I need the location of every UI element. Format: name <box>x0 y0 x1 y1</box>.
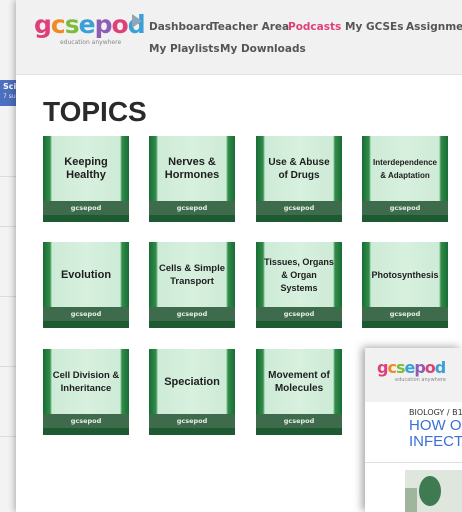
topic-tile-brand: gcsepod <box>149 201 235 222</box>
nav-podcasts[interactable]: Podcasts <box>288 21 341 33</box>
topic-tile[interactable]: Evolution gcsepod <box>43 242 129 328</box>
topic-label: Nerves & Hormones <box>164 156 220 181</box>
topic-tile[interactable]: Tissues, Organs & Organ Systems gcsepod <box>256 242 342 328</box>
podcast-preview-card[interactable]: gcsepod education anywhere BIOLOGY / B1.… <box>365 348 462 512</box>
nav-my-gcses[interactable]: My GCSEs <box>345 21 403 33</box>
logo-letter: g <box>34 10 52 39</box>
page-title: TOPICS <box>43 96 147 127</box>
preview-headline: HOW OU INFECT <box>409 418 462 450</box>
logo-letter: s <box>64 10 80 39</box>
logo-letter: c <box>387 358 397 377</box>
topic-label: Cell Division & Inheritance <box>52 370 120 394</box>
nav-teacher-area[interactable]: Teacher Area <box>212 21 289 33</box>
topic-label: Use & Abuse of Drugs <box>268 157 330 181</box>
topic-tile[interactable]: Use & Abuse of Drugs gcsepod <box>256 136 342 222</box>
topic-tile[interactable]: Interdependence & Adaptation gcsepod <box>362 136 448 222</box>
topic-tile-brand: gcsepod <box>43 414 129 435</box>
topic-tile[interactable]: Cells & Simple Transport gcsepod <box>149 242 235 328</box>
site-header: gcsepod education anywhere Dashboard Tea… <box>16 0 462 75</box>
topic-tile-brand: gcsepod <box>43 307 129 328</box>
logo-letter: o <box>424 358 436 377</box>
topic-label: Keeping Healthy <box>64 156 108 181</box>
nav-dashboard[interactable]: Dashboard <box>149 21 213 33</box>
topic-label: Interdependence & Adaptation <box>372 158 437 180</box>
topic-label: Movement of Molecules <box>268 370 330 394</box>
logo-letter: p <box>94 10 113 39</box>
topic-tile[interactable]: Nerves & Hormones gcsepod <box>149 136 235 222</box>
logo-letter: g <box>377 358 388 377</box>
topic-tile-brand: gcsepod <box>256 307 342 328</box>
topic-tile[interactable]: Cell Division & Inheritance gcsepod <box>43 349 129 435</box>
topic-label: Tissues, Organs & Organ Systems <box>264 256 334 293</box>
nav-assignments[interactable]: Assignments <box>406 21 462 33</box>
topic-tile[interactable]: Movement of Molecules gcsepod <box>256 349 342 435</box>
topic-label: Evolution <box>60 268 112 281</box>
topic-tile-brand: gcsepod <box>362 307 448 328</box>
topic-tile[interactable]: Speciation gcsepod <box>149 349 235 435</box>
preview-headline-line-2: INFECT <box>409 433 462 450</box>
topic-tile-brand: gcsepod <box>149 307 235 328</box>
topic-tile-brand: gcsepod <box>362 201 448 222</box>
topic-tile-brand: gcsepod <box>149 414 235 435</box>
logo-wordmark: gcsepod <box>34 10 146 39</box>
logo-letter: c <box>50 10 66 39</box>
nav-my-playlists[interactable]: My Playlists <box>149 43 220 55</box>
gcsepod-logo[interactable]: gcsepod education anywhere <box>34 10 146 52</box>
logo-tagline: education anywhere <box>60 39 122 46</box>
divider <box>365 462 462 463</box>
topic-tile[interactable]: Photosynthesis gcsepod <box>362 242 448 328</box>
play-icon <box>132 14 142 28</box>
image-shape <box>405 488 417 512</box>
logo-letter: p <box>414 358 425 377</box>
logo-letter: o <box>111 10 129 39</box>
topic-label: Photosynthesis <box>371 269 439 280</box>
topic-tile-brand: gcsepod <box>256 201 342 222</box>
topic-label: Speciation <box>164 375 220 388</box>
logo-letter: e <box>78 10 96 39</box>
preview-headline-line-1: HOW OU <box>409 417 462 434</box>
preview-image <box>405 470 462 512</box>
topic-label: Cells & Simple Transport <box>159 263 225 287</box>
image-shape <box>419 476 441 506</box>
topic-tile-brand: gcsepod <box>256 414 342 435</box>
nav-my-downloads[interactable]: My Downloads <box>220 43 306 55</box>
logo-letter: d <box>434 358 446 377</box>
logo-letter: e <box>404 358 415 377</box>
preview-logo: gcsepod <box>377 358 446 377</box>
preview-header: gcsepod education anywhere <box>365 348 462 402</box>
preview-logo-tagline: education anywhere <box>395 377 446 383</box>
topic-tile[interactable]: Keeping Healthy gcsepod <box>43 136 129 222</box>
preview-subject: BIOLOGY / B1. <box>409 408 462 417</box>
topic-tile-brand: gcsepod <box>43 201 129 222</box>
